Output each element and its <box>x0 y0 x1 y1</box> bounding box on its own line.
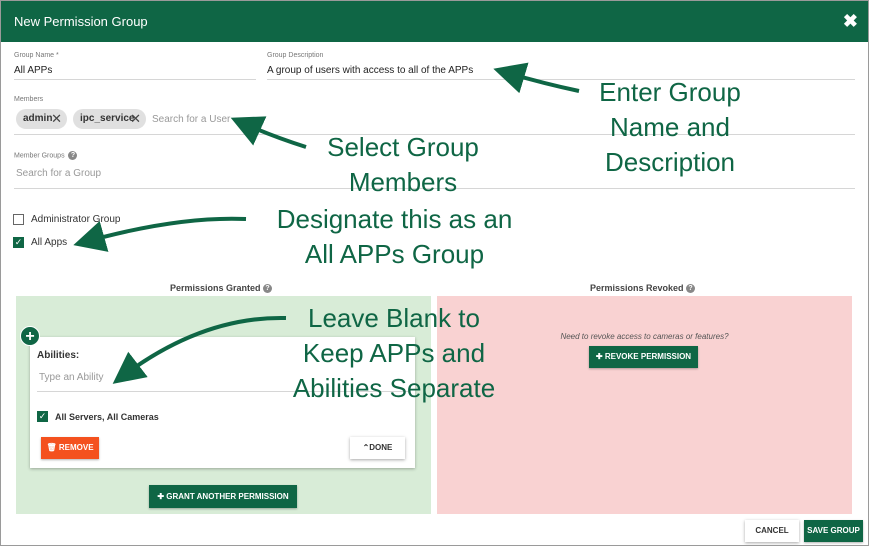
arrow-to-abilities <box>112 315 287 384</box>
dialog: New Permission Group ✖ Group Name * All … <box>0 0 869 546</box>
callout-arrows <box>73 62 580 384</box>
arrow-to-members <box>230 116 307 149</box>
arrow-to-description <box>493 62 580 94</box>
arrow-to-all-apps <box>73 216 247 252</box>
